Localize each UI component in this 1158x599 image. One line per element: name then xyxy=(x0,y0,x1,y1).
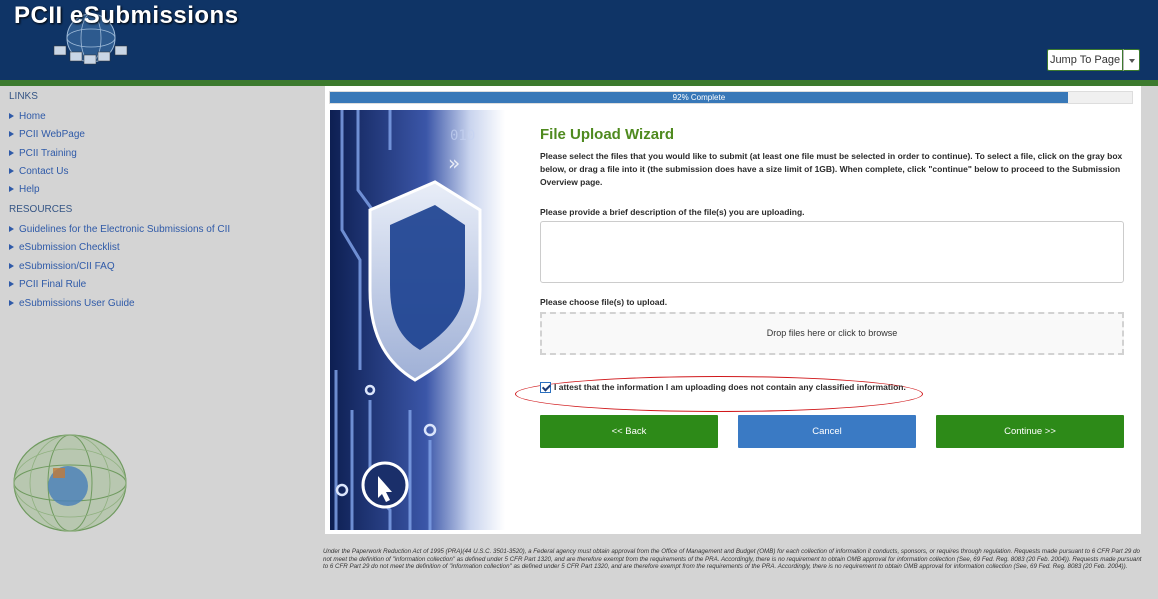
back-button[interactable]: << Back xyxy=(540,415,718,448)
pra-disclaimer: Under the Paperwork Reduction Act of 199… xyxy=(323,548,1142,570)
sidebar-link-label: eSubmissions User Guide xyxy=(19,298,135,309)
sidebar-link-user-guide[interactable]: eSubmissions User Guide xyxy=(9,298,135,309)
cancel-button[interactable]: Cancel xyxy=(738,415,916,448)
progress-bar: 92% Complete xyxy=(329,91,1133,104)
attest-label: I attest that the information I am uploa… xyxy=(554,382,906,392)
continue-button[interactable]: Continue >> xyxy=(936,415,1124,448)
sidebar-link-label: Guidelines for the Electronic Submission… xyxy=(19,224,231,235)
cyber-shield-illustration: 010 » xyxy=(330,110,505,530)
arrow-right-icon xyxy=(9,168,14,175)
sidebar-link-label: PCII Training xyxy=(19,148,77,159)
wizard-instructions: Please select the files that you would l… xyxy=(540,151,1123,187)
jump-to-page-button[interactable]: Jump To Page xyxy=(1047,49,1123,71)
arrow-right-icon xyxy=(9,131,14,138)
sidebar-link-pcii-training[interactable]: PCII Training xyxy=(9,148,77,159)
arrow-right-icon xyxy=(9,281,14,288)
logo-text: PCII eSubmissions xyxy=(14,2,239,29)
pcii-logo: PCII eSubmissions xyxy=(14,0,274,70)
sidebar: LINKS Home PCII WebPage PCII Training Co… xyxy=(0,86,318,599)
arrow-right-icon xyxy=(9,263,14,270)
sidebar-link-final-rule[interactable]: PCII Final Rule xyxy=(9,279,86,290)
sidebar-link-checklist[interactable]: eSubmission Checklist xyxy=(9,242,120,253)
sidebar-link-guidelines[interactable]: Guidelines for the Electronic Submission… xyxy=(9,224,230,235)
sidebar-link-label: eSubmission Checklist xyxy=(19,242,120,253)
sidebar-link-label: PCII Final Rule xyxy=(19,279,87,290)
svg-text:010: 010 xyxy=(450,128,475,144)
files-label: Please choose file(s) to upload. xyxy=(540,297,668,307)
links-heading: LINKS xyxy=(9,91,38,102)
globe-graphic-icon xyxy=(13,434,127,532)
sidebar-link-label: PCII WebPage xyxy=(19,129,85,140)
resources-heading: RESOURCES xyxy=(9,204,73,215)
arrow-right-icon xyxy=(9,186,14,193)
sidebar-link-label: Home xyxy=(19,111,46,122)
file-dropzone[interactable]: Drop files here or click to browse xyxy=(540,312,1124,355)
sidebar-link-contact-us[interactable]: Contact Us xyxy=(9,166,68,177)
sidebar-link-label: Help xyxy=(19,184,40,195)
arrow-right-icon xyxy=(9,113,14,120)
sidebar-link-label: Contact Us xyxy=(19,166,69,177)
progress-label: 92% Complete xyxy=(672,93,726,102)
description-field[interactable] xyxy=(540,221,1124,283)
chevron-down-icon[interactable] xyxy=(1123,49,1140,71)
arrow-right-icon xyxy=(9,300,14,307)
attest-checkbox[interactable] xyxy=(540,382,551,393)
wizard-panel: 92% Complete 010 » File Upload Wizard Pl… xyxy=(325,86,1141,534)
sidebar-link-pcii-webpage[interactable]: PCII WebPage xyxy=(9,129,85,140)
arrow-right-icon xyxy=(9,226,14,233)
svg-text:»: » xyxy=(448,151,460,175)
sidebar-link-faq[interactable]: eSubmission/CII FAQ xyxy=(9,261,115,272)
sidebar-link-home[interactable]: Home xyxy=(9,111,46,122)
description-label: Please provide a brief description of th… xyxy=(540,207,805,217)
sidebar-link-help[interactable]: Help xyxy=(9,184,40,195)
arrow-right-icon xyxy=(9,150,14,157)
wizard-title: File Upload Wizard xyxy=(540,126,675,143)
arrow-right-icon xyxy=(9,244,14,251)
sidebar-link-label: eSubmission/CII FAQ xyxy=(19,261,115,272)
header-bar: PCII eSubmissions Jump To Page xyxy=(0,0,1158,82)
dropzone-text: Drop files here or click to browse xyxy=(766,328,898,338)
